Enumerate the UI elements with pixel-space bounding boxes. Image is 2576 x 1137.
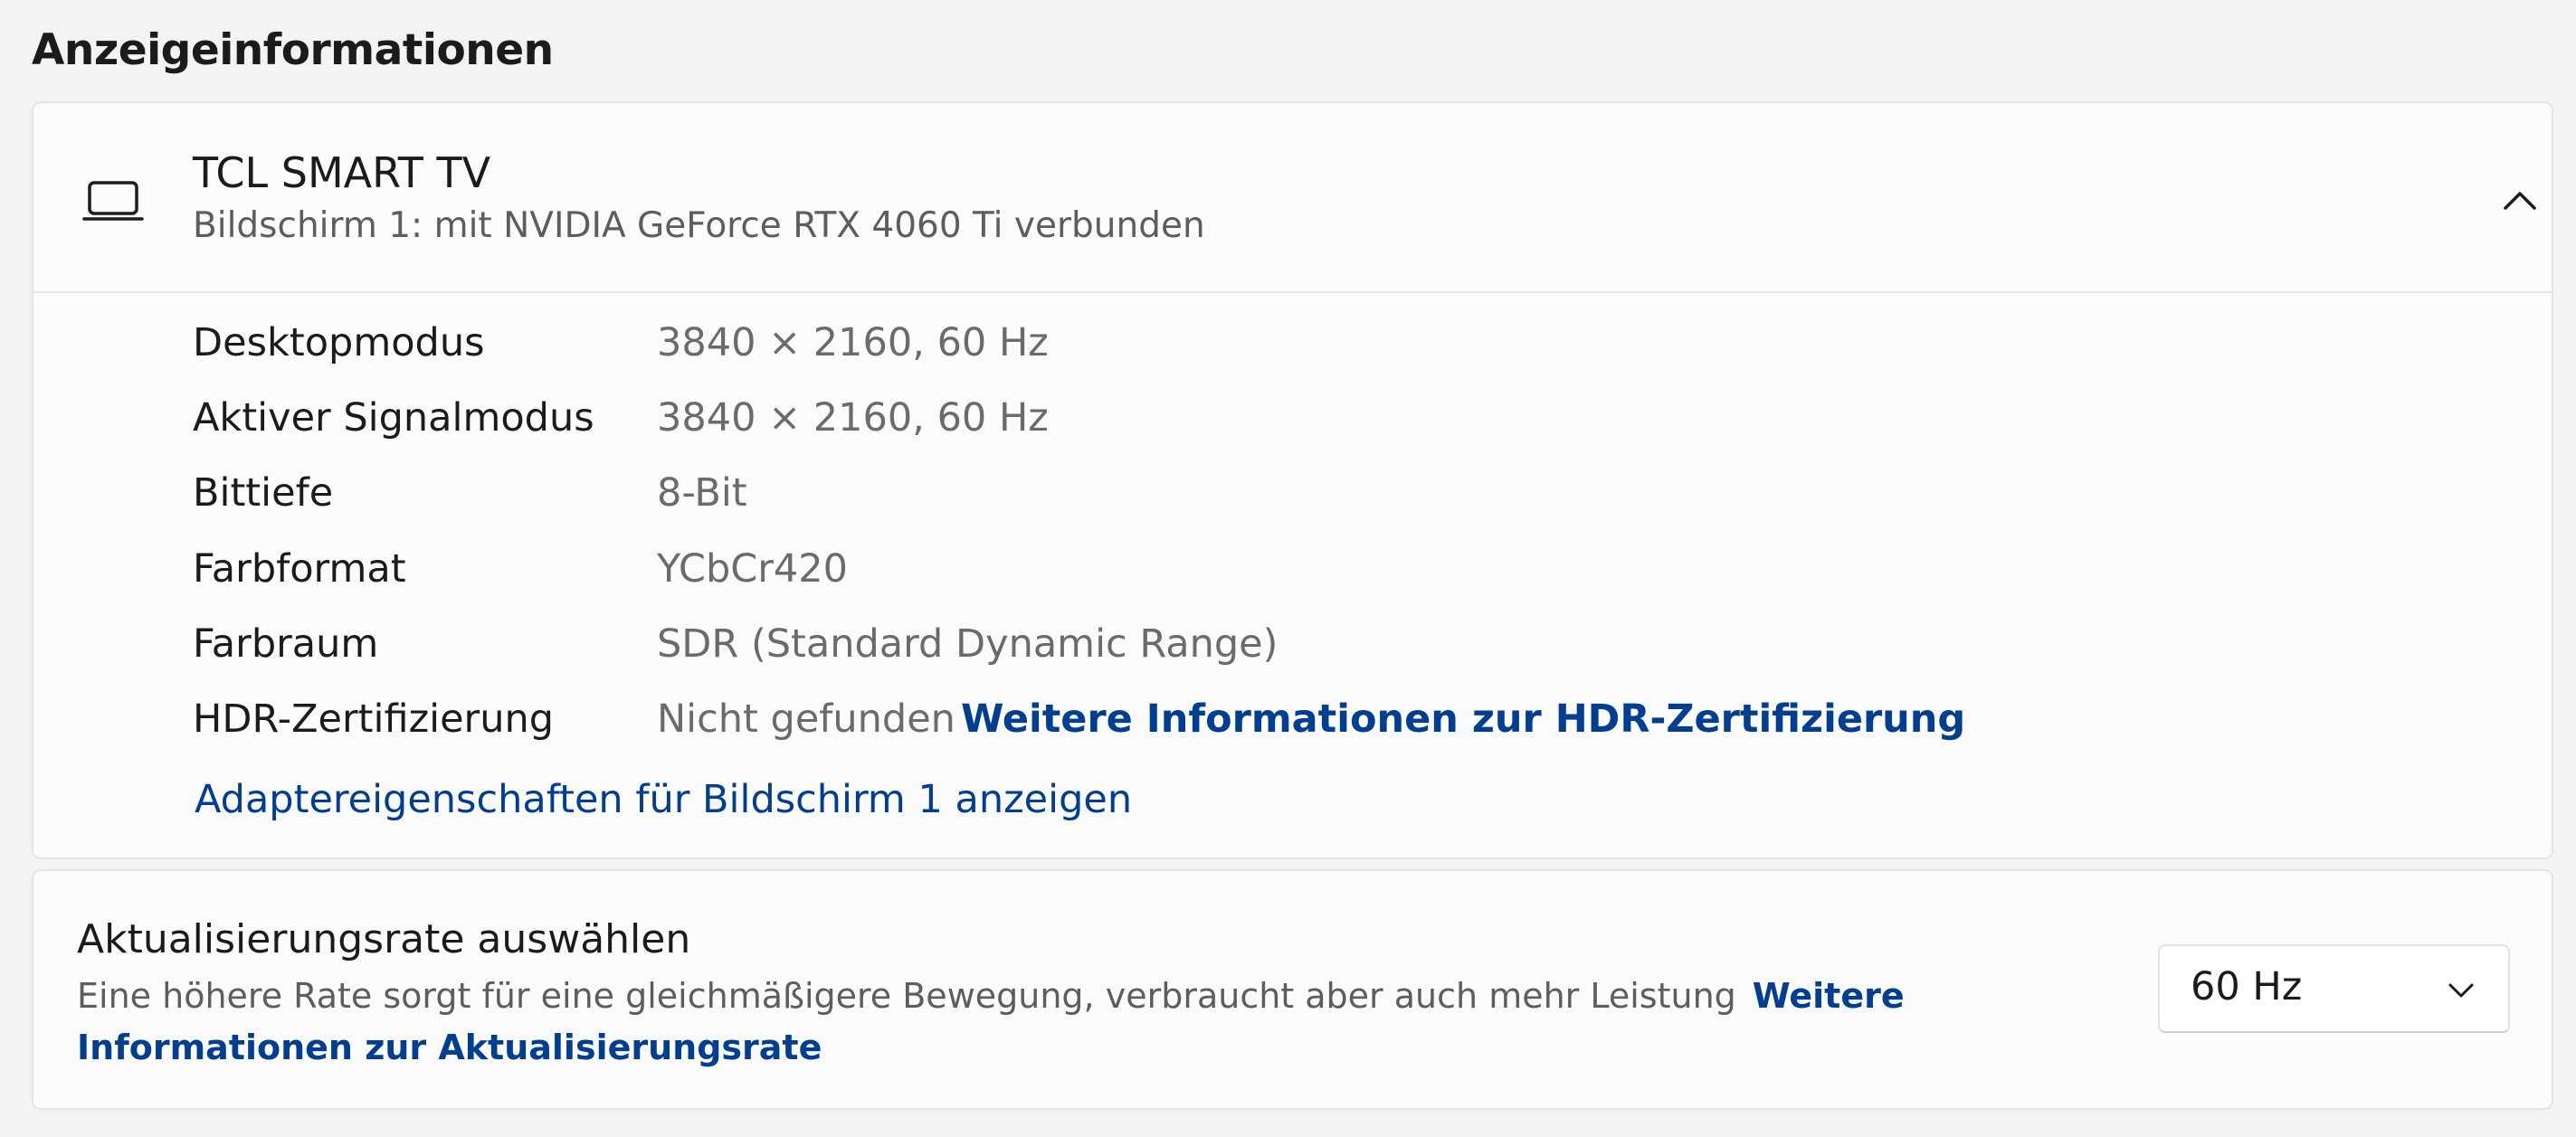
refresh-rate-card: Aktualisierungsrate auswählen Eine höher…: [32, 869, 2553, 1110]
chevron-down-icon: [2448, 983, 2474, 998]
refresh-rate-title: Aktualisierungsrate auswählen: [77, 916, 691, 962]
display-card: TCL SMART TV Bildschirm 1: mit NVIDIA Ge…: [32, 101, 2553, 859]
detail-label: Farbformat: [193, 546, 406, 592]
detail-label: Desktopmodus: [193, 320, 485, 365]
detail-label: HDR-Zertifizierung: [193, 696, 555, 742]
hdr-info-link[interactable]: Weitere Informationen zur HDR-Zertifizie…: [961, 696, 1965, 742]
detail-label: Aktiver Signalmodus: [193, 395, 594, 441]
display-header[interactable]: TCL SMART TV Bildschirm 1: mit NVIDIA Ge…: [33, 103, 2552, 293]
display-subtitle: Bildschirm 1: mit NVIDIA GeForce RTX 406…: [193, 205, 1205, 246]
detail-label: Bittiefe: [193, 470, 334, 516]
refresh-rate-description: Eine höhere Rate sorgt für eine gleichmä…: [77, 971, 1932, 1074]
detail-value: 3840 × 2160, 60 Hz: [657, 395, 1049, 441]
detail-value: YCbCr420: [657, 546, 849, 592]
detail-label: Farbraum: [193, 621, 379, 667]
adapter-properties-link[interactable]: Adaptereigenschaften für Bildschirm 1 an…: [195, 777, 1132, 822]
detail-value: 8-Bit: [657, 470, 747, 516]
refresh-rate-description-text: Eine höhere Rate sorgt für eine gleichmä…: [77, 976, 1736, 1016]
detail-value: SDR (Standard Dynamic Range): [657, 621, 1278, 667]
laptop-icon: [82, 181, 144, 221]
detail-value: Nicht gefunden: [657, 696, 955, 742]
section-title: Anzeigeinformationen: [32, 25, 554, 75]
refresh-rate-dropdown[interactable]: 60 Hz: [2158, 944, 2510, 1033]
detail-value: 3840 × 2160, 60 Hz: [657, 320, 1049, 365]
chevron-up-icon[interactable]: [2502, 186, 2538, 213]
detail-value-container: Nicht gefunden Weitere Informationen zur …: [657, 696, 1965, 742]
refresh-rate-selected: 60 Hz: [2191, 964, 2303, 1009]
display-name: TCL SMART TV: [193, 148, 491, 197]
